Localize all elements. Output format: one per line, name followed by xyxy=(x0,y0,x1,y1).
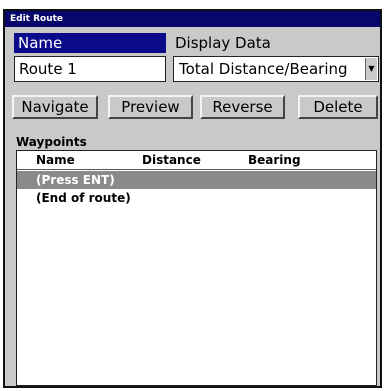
display-data-select[interactable]: Total Distance/Bearing ▼ xyxy=(173,56,379,82)
list-item[interactable]: (End of route) xyxy=(17,189,376,207)
list-item[interactable]: (Press ENT) xyxy=(17,171,376,189)
column-header-bearing[interactable]: Bearing xyxy=(248,151,301,169)
name-label: Name xyxy=(14,33,166,53)
waypoints-label: Waypoints xyxy=(16,135,87,149)
reverse-button[interactable]: Reverse xyxy=(200,95,285,119)
delete-button[interactable]: Delete xyxy=(298,95,378,119)
window-title: Edit Route xyxy=(5,11,380,27)
edit-route-dialog: Edit Route Name Display Data Route 1 Tot… xyxy=(3,9,382,388)
column-header-name[interactable]: Name xyxy=(36,151,75,169)
preview-button[interactable]: Preview xyxy=(108,95,193,119)
dropdown-arrow-icon[interactable]: ▼ xyxy=(365,58,377,80)
column-header-distance[interactable]: Distance xyxy=(142,151,201,169)
list-header: Name Distance Bearing xyxy=(17,151,376,170)
waypoints-list[interactable]: Name Distance Bearing (Press ENT) (End o… xyxy=(16,150,377,386)
display-data-label: Display Data xyxy=(175,34,271,52)
display-data-value: Total Distance/Bearing xyxy=(179,60,348,78)
route-name-input[interactable]: Route 1 xyxy=(14,56,166,82)
navigate-button[interactable]: Navigate xyxy=(12,95,98,119)
